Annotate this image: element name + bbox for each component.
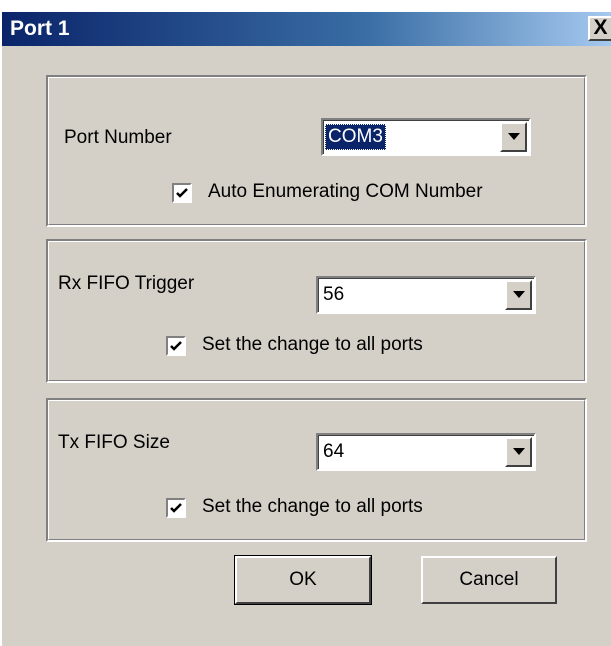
tx-fifo-value: 64 bbox=[323, 441, 345, 462]
ok-button[interactable]: OK bbox=[234, 555, 372, 605]
port-dialog: Port 1 X Port Number COM3 Auto Enumerati… bbox=[0, 10, 611, 646]
rx-apply-all-label[interactable]: Set the change to all ports bbox=[202, 334, 423, 356]
tx-apply-all-checkbox[interactable] bbox=[166, 498, 186, 518]
port-number-group: Port Number COM3 Auto Enumerating COM Nu… bbox=[46, 75, 587, 227]
chevron-down-icon[interactable] bbox=[505, 280, 532, 310]
port-number-select[interactable]: COM3 bbox=[321, 118, 531, 156]
tx-fifo-select[interactable]: 64 bbox=[316, 433, 536, 471]
chevron-down-icon[interactable] bbox=[505, 437, 532, 467]
rx-fifo-value: 56 bbox=[323, 284, 345, 305]
close-icon: X bbox=[593, 16, 608, 39]
window-title: Port 1 bbox=[10, 17, 70, 40]
check-icon bbox=[176, 188, 188, 198]
check-icon bbox=[170, 503, 182, 513]
rx-fifo-group: Rx FIFO Trigger 56 Set the change to all… bbox=[46, 239, 587, 383]
auto-enumerating-label[interactable]: Auto Enumerating COM Number bbox=[208, 181, 483, 203]
cancel-button[interactable]: Cancel bbox=[421, 556, 557, 604]
chevron-down-icon[interactable] bbox=[500, 122, 527, 152]
close-button[interactable]: X bbox=[588, 16, 611, 41]
tx-apply-all-label[interactable]: Set the change to all ports bbox=[202, 496, 423, 518]
rx-apply-all-checkbox[interactable] bbox=[166, 336, 186, 356]
rx-fifo-select[interactable]: 56 bbox=[316, 276, 536, 314]
tx-fifo-group: Tx FIFO Size 64 Set the change to all po… bbox=[46, 398, 587, 542]
auto-enumerating-checkbox[interactable] bbox=[172, 183, 192, 203]
check-icon bbox=[170, 341, 182, 351]
rx-fifo-label: Rx FIFO Trigger bbox=[58, 273, 195, 294]
title-bar[interactable]: Port 1 X bbox=[2, 12, 611, 46]
port-number-label: Port Number bbox=[64, 127, 172, 148]
tx-fifo-label: Tx FIFO Size bbox=[58, 432, 170, 453]
port-number-value: COM3 bbox=[325, 124, 386, 150]
